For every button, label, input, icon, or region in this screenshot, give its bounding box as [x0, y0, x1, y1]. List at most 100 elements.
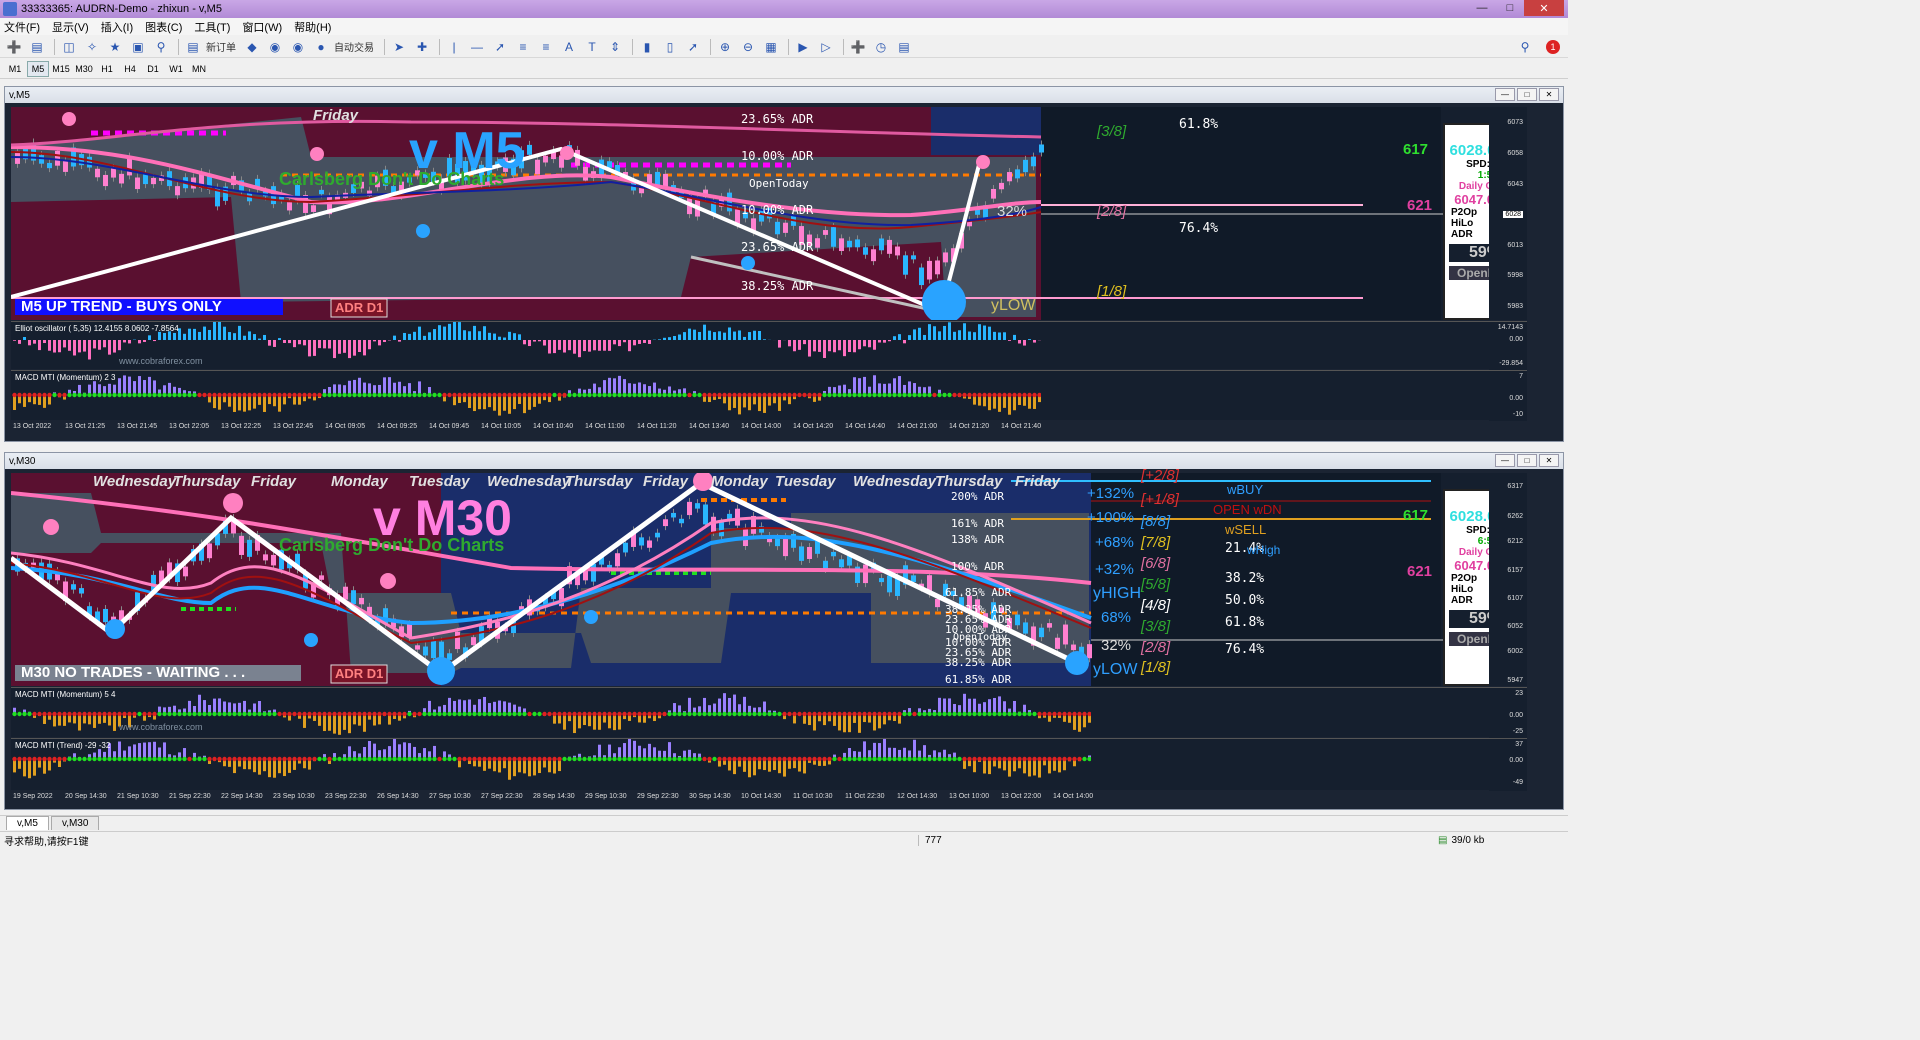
macd-trend-pane[interactable]: MACD MTI (Trend) -29 -32 37 0.00 -49: [11, 738, 1527, 791]
crosshair-icon[interactable]: ✚: [412, 38, 432, 56]
navigator-icon[interactable]: ★: [105, 38, 125, 56]
new-order-button[interactable]: 新订单: [206, 39, 236, 54]
bar-chart-icon[interactable]: ▮: [637, 38, 657, 56]
candle: [703, 504, 708, 525]
macd-momentum-pane[interactable]: MACD MTI (Momentum) 5 4 www.cobraforex.c…: [11, 687, 1527, 738]
tf-m5[interactable]: M5: [27, 60, 49, 77]
signal-dot: [92, 756, 97, 762]
notification-badge[interactable]: 1: [1546, 40, 1560, 54]
templates-icon[interactable]: ▤: [894, 38, 914, 56]
signal-dot: [147, 711, 152, 717]
signal-dot: [237, 756, 242, 762]
tf-mn[interactable]: MN: [188, 61, 210, 77]
cursor-icon[interactable]: ➤: [389, 38, 409, 56]
trendline-icon[interactable]: ➚: [490, 38, 510, 56]
menu-charts[interactable]: 图表(C): [145, 19, 182, 35]
zoom-in-icon[interactable]: ⊕: [715, 38, 735, 56]
tf-m15[interactable]: M15: [50, 61, 72, 77]
tf-w1[interactable]: W1: [165, 61, 187, 77]
zoom-out-icon[interactable]: ⊖: [738, 38, 758, 56]
data-window-icon[interactable]: ✧: [82, 38, 102, 56]
chart-window-header: v,M5 — □ ✕: [5, 87, 1563, 103]
menu-insert[interactable]: 插入(I): [101, 19, 133, 35]
menu-file[interactable]: 文件(F): [4, 19, 40, 35]
histogram-bar: [118, 741, 121, 759]
macd-svg: [12, 375, 1041, 416]
autoscroll-icon[interactable]: ▶: [793, 38, 813, 56]
info-adr-label: ADR: [1451, 229, 1473, 240]
histogram-bar: [143, 742, 146, 759]
signal-dot: [102, 392, 107, 398]
signal-dot: [512, 392, 517, 398]
signal-dot: [327, 711, 332, 717]
histogram-bar: [273, 340, 276, 347]
tile-windows-icon[interactable]: ▦: [761, 38, 781, 56]
tab-m5[interactable]: v,M5: [6, 816, 49, 830]
menu-view[interactable]: 显示(V): [52, 19, 89, 35]
tf-d1[interactable]: D1: [142, 61, 164, 77]
tester-icon[interactable]: ⚲: [151, 38, 171, 56]
chart-minimize-button[interactable]: —: [1495, 88, 1515, 101]
histogram-bar: [188, 328, 191, 340]
auto-trading-button[interactable]: 自动交易: [334, 39, 374, 54]
chart-minimize-button[interactable]: —: [1495, 454, 1515, 467]
tf-m30[interactable]: M30: [73, 61, 95, 77]
histogram-bar: [618, 714, 621, 730]
text-label-icon[interactable]: T: [582, 38, 602, 56]
tab-m30[interactable]: v,M30: [50, 816, 100, 830]
minimize-button[interactable]: —: [1468, 0, 1496, 16]
chart-restore-button[interactable]: □: [1517, 454, 1537, 467]
market-icon[interactable]: ◉: [288, 38, 308, 56]
market-watch-icon[interactable]: ◫: [59, 38, 79, 56]
signal-dot: [567, 711, 572, 717]
histogram-bar: [713, 332, 716, 340]
signal-dot: [472, 711, 477, 717]
periods-icon[interactable]: ◷: [871, 38, 891, 56]
signal-dot: [527, 756, 532, 762]
time-tick: 27 Sep 10:30: [429, 793, 471, 800]
tf-h1[interactable]: H1: [96, 61, 118, 77]
new-chart-icon[interactable]: ➕: [4, 38, 24, 56]
histogram-bar: [298, 340, 301, 345]
side-value-b: 621: [1407, 563, 1433, 580]
candle: [719, 522, 724, 537]
elliot-oscillator-pane[interactable]: Elliot oscillator ( 5,35) 12.4155 8.0602…: [11, 321, 1527, 370]
price-chart-m30[interactable]: Wednesday Thursday Friday Monday Tuesday…: [11, 467, 1527, 686]
candles-icon[interactable]: ▯: [660, 38, 680, 56]
signal-dot: [927, 756, 932, 762]
signal-dot: [972, 756, 977, 762]
menu-window[interactable]: 窗口(W): [242, 19, 282, 35]
macd-tick: -10: [1512, 411, 1523, 418]
maximize-button[interactable]: □: [1496, 0, 1524, 16]
channel-icon[interactable]: ≡: [513, 38, 533, 56]
histogram-bar: [728, 395, 731, 411]
signal-dot: [992, 392, 997, 398]
new-order-icon[interactable]: ▤: [183, 38, 203, 56]
horizontal-line-icon[interactable]: —: [467, 38, 487, 56]
indicators-icon[interactable]: ➕: [848, 38, 868, 56]
vertical-line-icon[interactable]: |: [444, 38, 464, 56]
menu-help[interactable]: 帮助(H): [294, 19, 331, 35]
signal-dot: [167, 711, 172, 717]
chart-close-button[interactable]: ✕: [1539, 88, 1559, 101]
price-chart-m5[interactable]: v M5 Carlsberg Don't Do Charts Friday M5…: [11, 107, 1527, 320]
menu-tools[interactable]: 工具(T): [194, 19, 230, 35]
chart-close-button[interactable]: ✕: [1539, 454, 1559, 467]
fibo-icon[interactable]: ≡: [536, 38, 556, 56]
auto-trading-icon[interactable]: ●: [311, 38, 331, 56]
chart-restore-button[interactable]: □: [1517, 88, 1537, 101]
close-button[interactable]: ✕: [1524, 0, 1564, 16]
text-icon[interactable]: A: [559, 38, 579, 56]
tf-h4[interactable]: H4: [119, 61, 141, 77]
tf-m1[interactable]: M1: [4, 61, 26, 77]
macd-pane-m5[interactable]: MACD MTI (Momentum) 2 3 7 0.00 -10: [11, 370, 1527, 421]
line-chart-icon[interactable]: ➚: [683, 38, 703, 56]
profiles-icon[interactable]: ▤: [27, 38, 47, 56]
terminal-icon[interactable]: ▣: [128, 38, 148, 56]
arrows-icon[interactable]: ⇕: [605, 38, 625, 56]
signals-icon[interactable]: ◉: [265, 38, 285, 56]
metaeditor-icon[interactable]: ◆: [242, 38, 262, 56]
signal-dot: [712, 711, 717, 717]
chart-shift-icon[interactable]: ▷: [816, 38, 836, 56]
search-icon[interactable]: ⚲: [1515, 38, 1535, 56]
